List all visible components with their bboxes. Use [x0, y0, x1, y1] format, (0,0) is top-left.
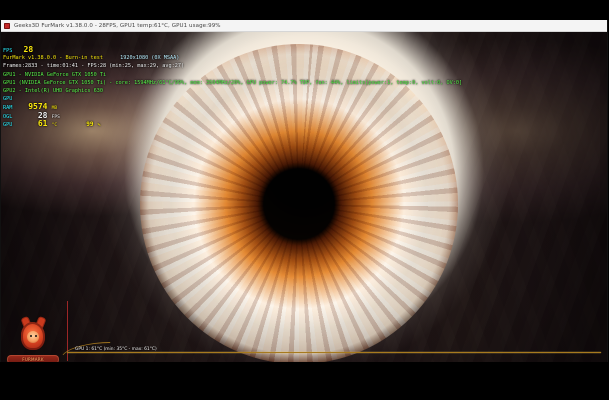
logo-text: FURMARK — [22, 357, 44, 362]
logo-face — [27, 331, 39, 343]
hud-ogl-label: OGL — [3, 113, 13, 120]
logo-ear-left — [20, 315, 32, 329]
hud-gpu2-row: GPU2 - Intel(R) UHD Graphics 630 — [3, 87, 363, 95]
hud-fps-row: FPS 28 — [3, 45, 363, 54]
hud-ogl-row: OGL 28 FPS — [3, 111, 363, 120]
render-view: FPS 28 FurMark v1.38.0.0 - Burn-in test … — [1, 32, 607, 362]
hud-overlay: FPS 28 FurMark v1.38.0.0 - Burn-in test … — [3, 45, 462, 128]
hud-gpu-temp-label: GPU — [3, 121, 13, 128]
hud-gpu-temp-value: 61 — [37, 118, 48, 128]
hud-ram-unit: MB — [51, 106, 58, 112]
logo-eye-left — [30, 335, 32, 337]
hud-gpu1-details-row: GPU1 (NVIDIA GeForce GTX 1050 Ti) - core… — [3, 79, 462, 87]
hud-ram-label: RAM — [3, 105, 13, 112]
hud-fps-value: 28 — [23, 45, 34, 54]
window-title: Geeks3D FurMark v1.38.0.0 - 28FPS, GPU1 … — [14, 22, 221, 29]
graph-axis — [67, 301, 68, 361]
render-right-edge — [600, 32, 607, 362]
furmark-logo: FURMARK — [7, 315, 59, 362]
hud-test-row: FurMark v1.38.0.0 - Burn-in test 1920x10… — [3, 54, 363, 62]
graph-temperature-curve — [62, 342, 111, 355]
logo-ribbon — [7, 355, 59, 362]
hud-frame-row: Frames:2833 - time:01:41 - FPS:28 (min:2… — [3, 62, 363, 70]
hud-test-label: FurMark v1.38.0.0 - Burn-in test — [3, 55, 103, 62]
hud-fps-label: FPS — [3, 48, 13, 54]
hud-gpu1-details: GPU1 (NVIDIA GeForce GTX 1050 Ti) - core… — [3, 79, 463, 86]
furmark-app-icon — [4, 22, 10, 29]
logo-ear-right — [35, 315, 47, 329]
hud-gpu-row: GPU — [3, 95, 363, 103]
hud-resolution: 1920x1080 (0X MSAA) — [120, 55, 180, 62]
hud-gpu-temp-unit: °C — [51, 122, 58, 128]
hud-gpu1-name: GPU1 - NVIDIA GeForce GTX 1050 Ti — [3, 71, 107, 78]
logo-eye-right — [35, 335, 37, 337]
hud-ogl-unit: FPS — [51, 114, 60, 120]
logo-head — [21, 322, 45, 350]
hud-gpu-label: GPU — [3, 96, 13, 103]
hud-gpu-usage-value: 99 — [86, 120, 94, 128]
furmark-window: Geeks3D FurMark v1.38.0.0 - 28FPS, GPU1 … — [0, 20, 608, 362]
graph-temperature-label: GPU 1: 61°C (min: 35°C - max: 61°C) — [75, 347, 157, 352]
hud-gpu1-name-row: GPU1 - NVIDIA GeForce GTX 1050 Ti — [3, 71, 363, 79]
hud-gpu-temp-row: GPU 61 °C 99 % — [3, 118, 363, 128]
hud-gpu2-name: GPU2 - Intel(R) UHD Graphics 630 — [3, 87, 103, 94]
hud-ram-row: RAM 9574 MB — [3, 103, 363, 112]
hud-frame-label: Frames:2833 - time:01:41 - FPS:28 (min:2… — [3, 63, 185, 70]
hud-gpu-usage-unit: % — [97, 122, 101, 128]
window-titlebar[interactable]: Geeks3D FurMark v1.38.0.0 - 28FPS, GPU1 … — [1, 20, 607, 32]
